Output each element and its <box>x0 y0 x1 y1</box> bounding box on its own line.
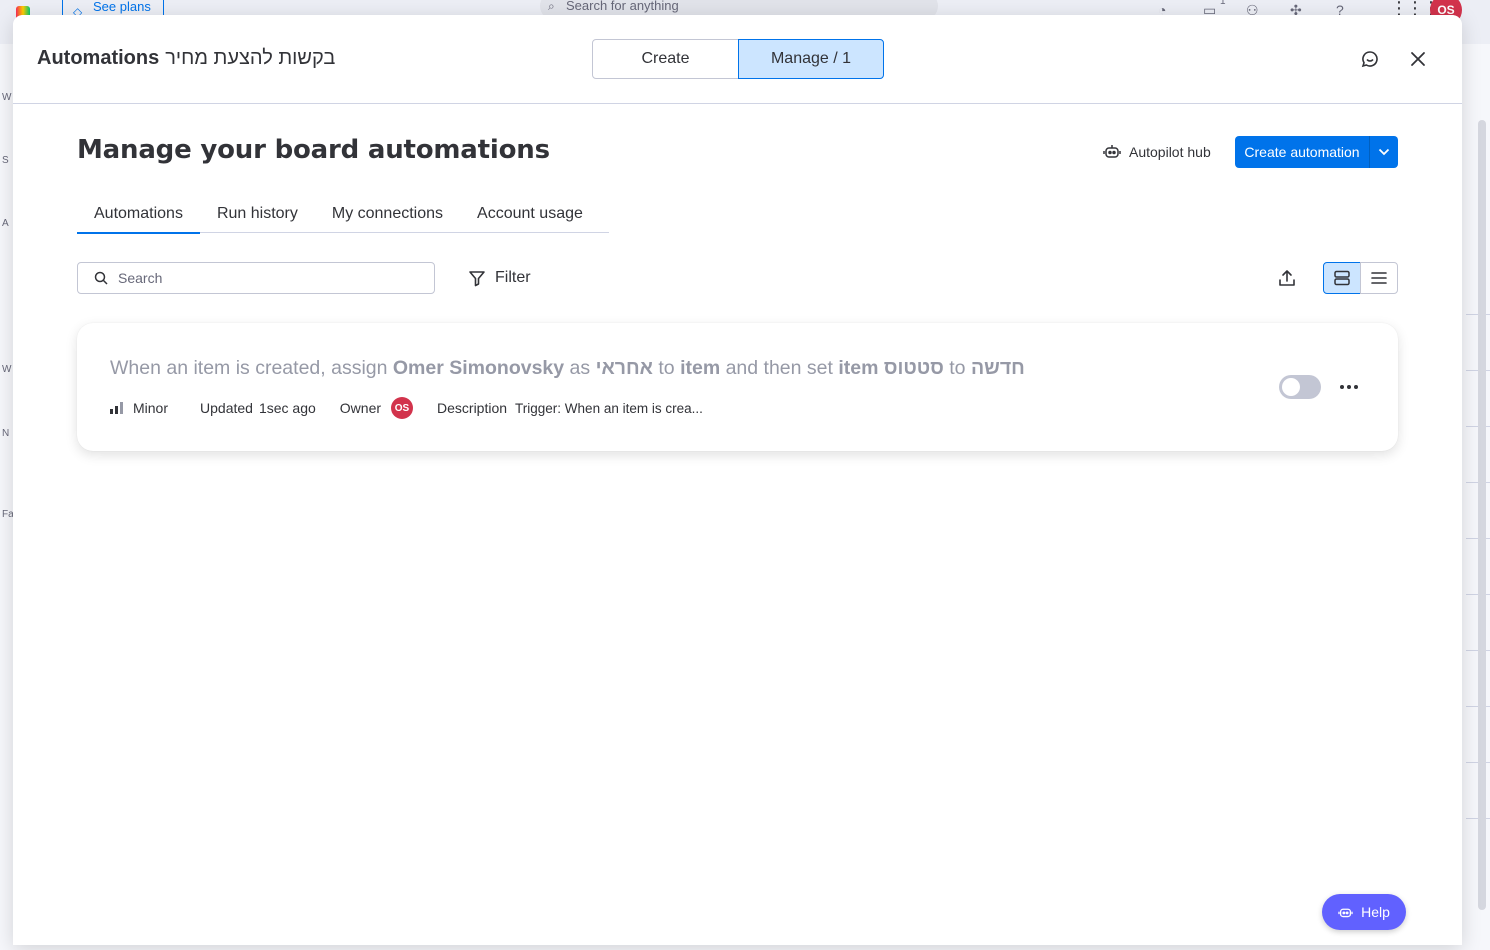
description-value: Trigger: When an item is crea... <box>515 400 703 416</box>
board-name: בקשות להצעת מחיר <box>165 47 336 69</box>
owner-label: Owner <box>339 400 382 416</box>
recipe-value: חדשה <box>970 357 1025 379</box>
inbox-count: 1 <box>1220 0 1226 7</box>
recipe-text: When an item is created, assign <box>110 357 393 379</box>
modal-title-text: Automations <box>37 47 160 69</box>
robot-icon <box>1338 908 1353 917</box>
autopilot-hub-label: Autopilot hub <box>1129 144 1211 160</box>
chevron-down-icon[interactable] <box>1369 136 1398 168</box>
recipe-text: to <box>652 357 681 379</box>
sidebar-letter: S <box>2 155 9 166</box>
recipe-text: as <box>564 357 596 379</box>
sidebar-letter: W <box>2 364 12 375</box>
create-automation-label[interactable]: Create automation <box>1235 136 1369 168</box>
automation-recipe[interactable]: When an item is created, assign Omer Sim… <box>110 357 1025 380</box>
automation-meta: Minor Updated 1sec ago Owner OS Descript… <box>110 397 703 419</box>
modal-header: Automations בקשות להצעת מחיר Create Manag… <box>13 15 1462 104</box>
list-view-icon <box>1371 272 1387 284</box>
tab-run-history[interactable]: Run history <box>200 195 315 233</box>
card-view-icon <box>1334 270 1350 286</box>
sidebar-letter: Fa <box>2 509 14 520</box>
card-view-button[interactable] <box>1323 262 1361 294</box>
automation-search[interactable] <box>77 262 435 294</box>
recipe-column: אחראי <box>595 357 653 379</box>
recipe-text: to <box>943 357 971 379</box>
priority-icon <box>110 402 123 414</box>
robot-icon <box>1103 145 1121 158</box>
automation-card[interactable]: When an item is created, assign Omer Sim… <box>77 323 1398 451</box>
tab-account-usage[interactable]: Account usage <box>460 195 600 233</box>
recipe-item: item <box>838 357 879 379</box>
feedback-icon[interactable] <box>1358 47 1382 71</box>
mode-switcher: Create Manage / 1 <box>592 39 884 79</box>
tab-automations[interactable]: Automations <box>77 195 200 234</box>
updated-value: 1sec ago <box>258 400 316 416</box>
toggle-knob <box>1282 378 1300 396</box>
search-input[interactable] <box>118 270 418 286</box>
filter-icon <box>469 271 485 287</box>
modal-title: Automations בקשות להצעת מחיר <box>37 47 335 70</box>
recipe-text: and then set <box>720 357 839 379</box>
sidebar-letter: W <box>2 92 12 103</box>
more-options-icon[interactable] <box>1335 375 1363 399</box>
export-button[interactable] <box>1268 262 1306 294</box>
recipe-column: סטטוס <box>883 357 944 379</box>
autopilot-hub-button[interactable]: Autopilot hub <box>1103 136 1211 168</box>
filter-button[interactable]: Filter <box>468 262 531 294</box>
tab-my-connections[interactable]: My connections <box>315 195 460 233</box>
updated-label: Updated <box>200 400 253 416</box>
list-view-button[interactable] <box>1360 262 1398 294</box>
see-plans-label: See plans <box>93 0 151 14</box>
manage-tab-button[interactable]: Manage / 1 <box>738 39 884 79</box>
help-button[interactable]: Help <box>1322 894 1406 930</box>
priority-value: Minor <box>133 400 169 416</box>
automations-modal: Automations בקשות להצעת מחיר Create Manag… <box>13 15 1462 945</box>
help-label: Help <box>1361 904 1390 920</box>
description-label: Description <box>437 400 508 416</box>
automation-toggle[interactable] <box>1279 375 1321 399</box>
sidebar-letter: A <box>2 218 9 229</box>
search-icon <box>94 271 108 285</box>
global-search-placeholder: Search for anything <box>566 0 679 13</box>
owner-avatar[interactable]: OS <box>391 397 414 419</box>
filter-label: Filter <box>495 269 531 286</box>
recipe-item: item <box>680 357 721 379</box>
create-automation-button[interactable]: Create automation <box>1235 136 1398 168</box>
background-scrollbar[interactable] <box>1478 120 1486 910</box>
sidebar-letter: N <box>2 428 10 439</box>
upload-icon <box>1279 270 1295 286</box>
create-tab-button[interactable]: Create <box>592 39 739 79</box>
close-icon[interactable] <box>1406 47 1430 71</box>
automation-tabs: Automations Run history My connections A… <box>77 195 609 234</box>
recipe-assignee: Omer Simonovsky <box>392 357 565 379</box>
page-title: Manage your board automations <box>77 135 550 165</box>
